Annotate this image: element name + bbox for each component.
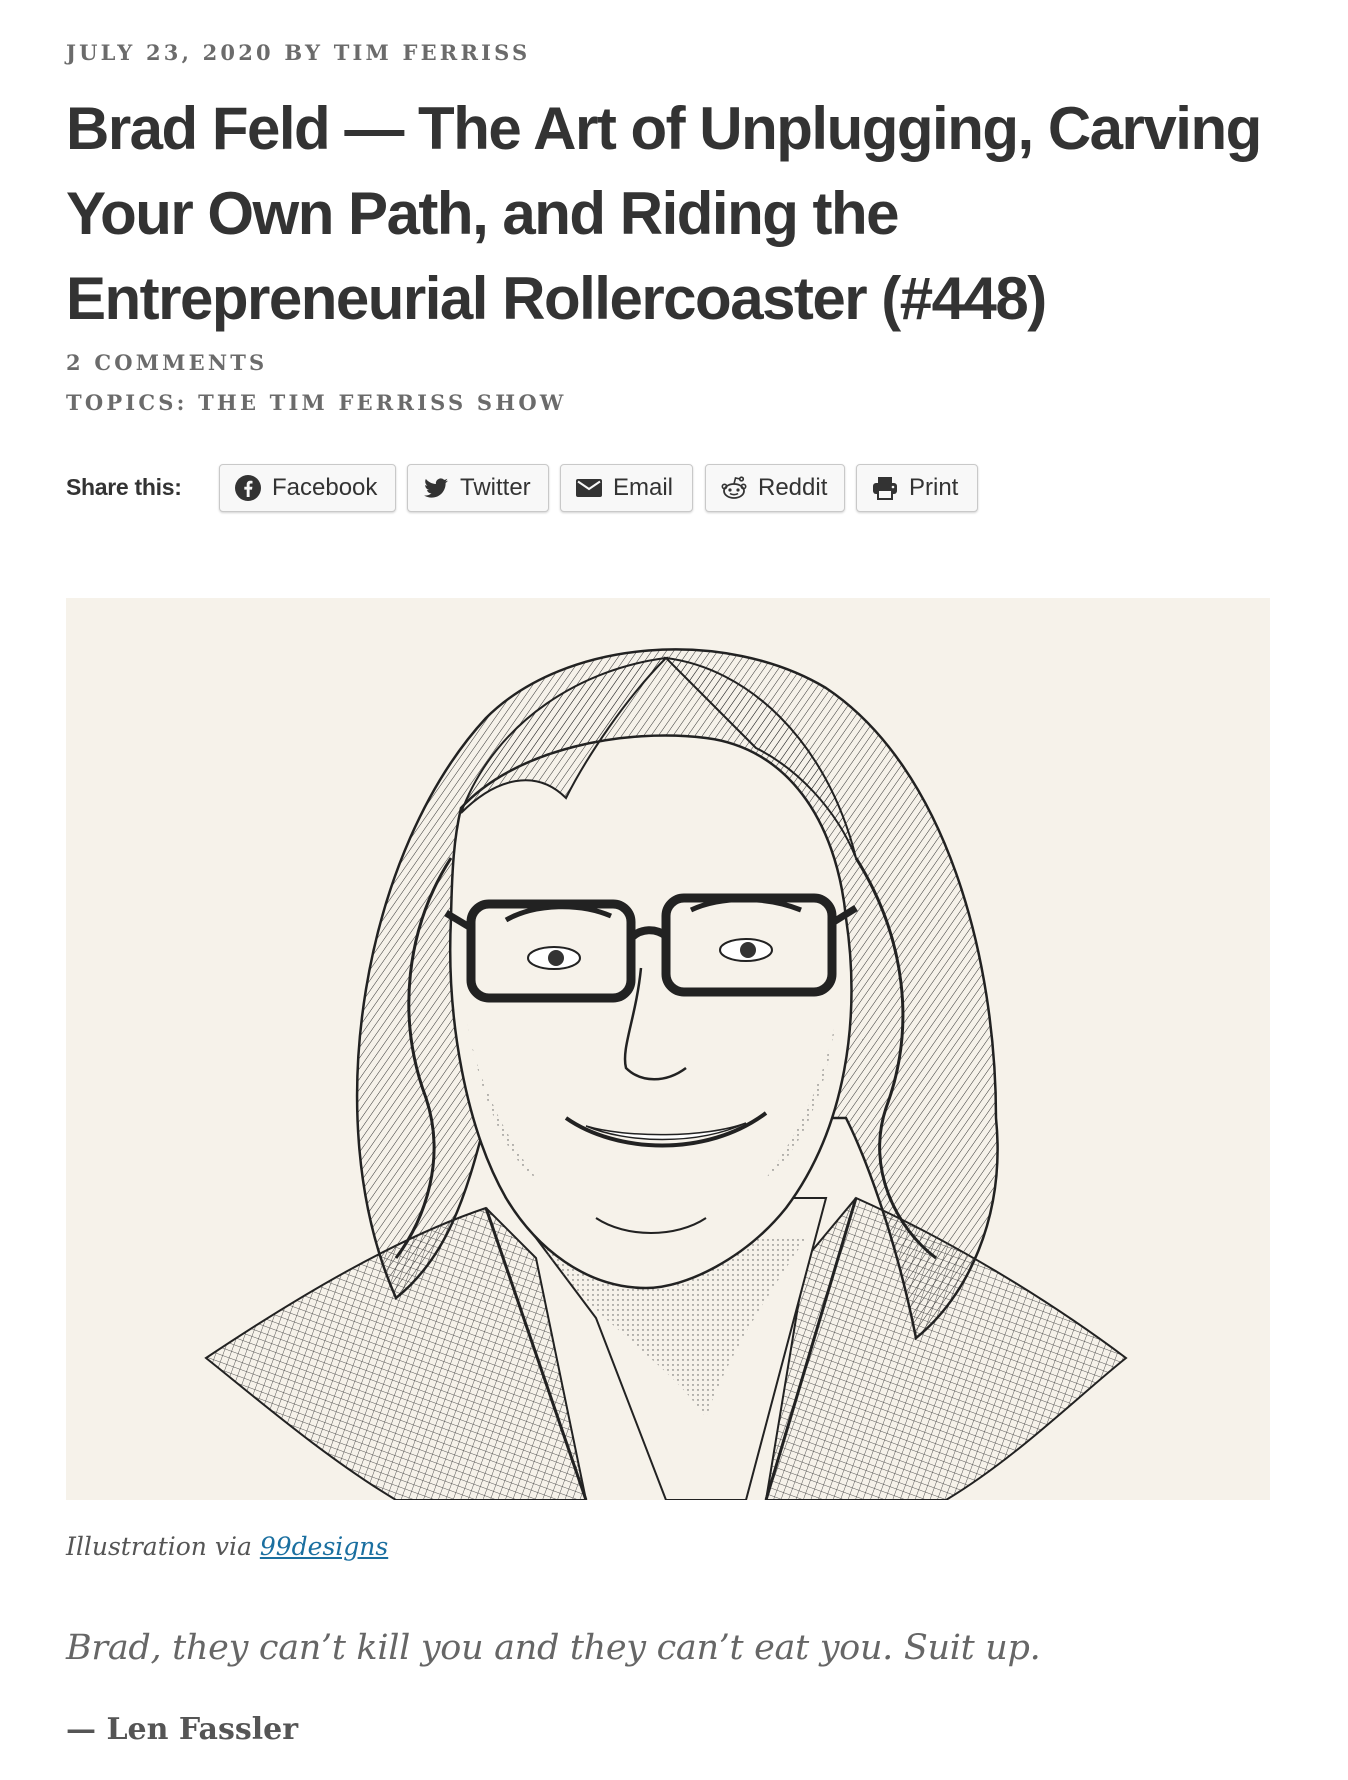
caption-link[interactable]: 99designs xyxy=(260,1532,388,1561)
share-reddit-button[interactable]: Reddit xyxy=(705,464,845,512)
portrait-illustration xyxy=(204,648,1128,1500)
epigraph-attribution: — Len Fassler xyxy=(66,1712,299,1747)
post-meta: JULY 23, 2020 BY TIM FERRISS xyxy=(66,40,530,65)
caption-prefix: Illustration via xyxy=(66,1532,252,1561)
comments-link[interactable]: 2 COMMENTS xyxy=(66,350,267,375)
twitter-icon xyxy=(424,478,448,498)
share-facebook-label: Facebook xyxy=(272,474,378,501)
article-page: JULY 23, 2020 BY TIM FERRISS Brad Feld —… xyxy=(0,0,1348,1780)
print-icon xyxy=(873,477,897,500)
featured-illustration xyxy=(66,598,1270,1500)
figure-caption: Illustration via 99designs xyxy=(66,1532,388,1561)
share-email-button[interactable]: Email xyxy=(560,464,693,512)
post-title: Brad Feld — The Art of Unplugging, Carvi… xyxy=(66,95,1262,332)
share-print-button[interactable]: Print xyxy=(856,464,978,512)
reddit-icon xyxy=(721,476,747,499)
topic-link[interactable]: THE TIM FERRISS SHOW xyxy=(198,390,567,415)
share-reddit-label: Reddit xyxy=(758,474,828,501)
author-link[interactable]: TIM FERRISS xyxy=(334,40,531,65)
post-topics: TOPICS: THE TIM FERRISS SHOW xyxy=(66,390,567,415)
email-icon xyxy=(576,479,602,497)
topics-label: TOPICS: xyxy=(66,390,188,415)
share-label: Share this: xyxy=(66,474,182,500)
share-email-label: Email xyxy=(613,474,674,501)
post-date: JULY 23, 2020 xyxy=(66,40,274,65)
share-facebook-button[interactable]: Facebook xyxy=(219,464,396,512)
share-print-label: Print xyxy=(909,474,959,501)
share-twitter-button[interactable]: Twitter xyxy=(407,464,549,512)
epigraph-quote: Brad, they can’t kill you and they can’t… xyxy=(66,1628,1041,1668)
share-twitter-label: Twitter xyxy=(460,474,531,501)
post-by: BY xyxy=(284,40,324,65)
facebook-icon xyxy=(235,475,261,501)
